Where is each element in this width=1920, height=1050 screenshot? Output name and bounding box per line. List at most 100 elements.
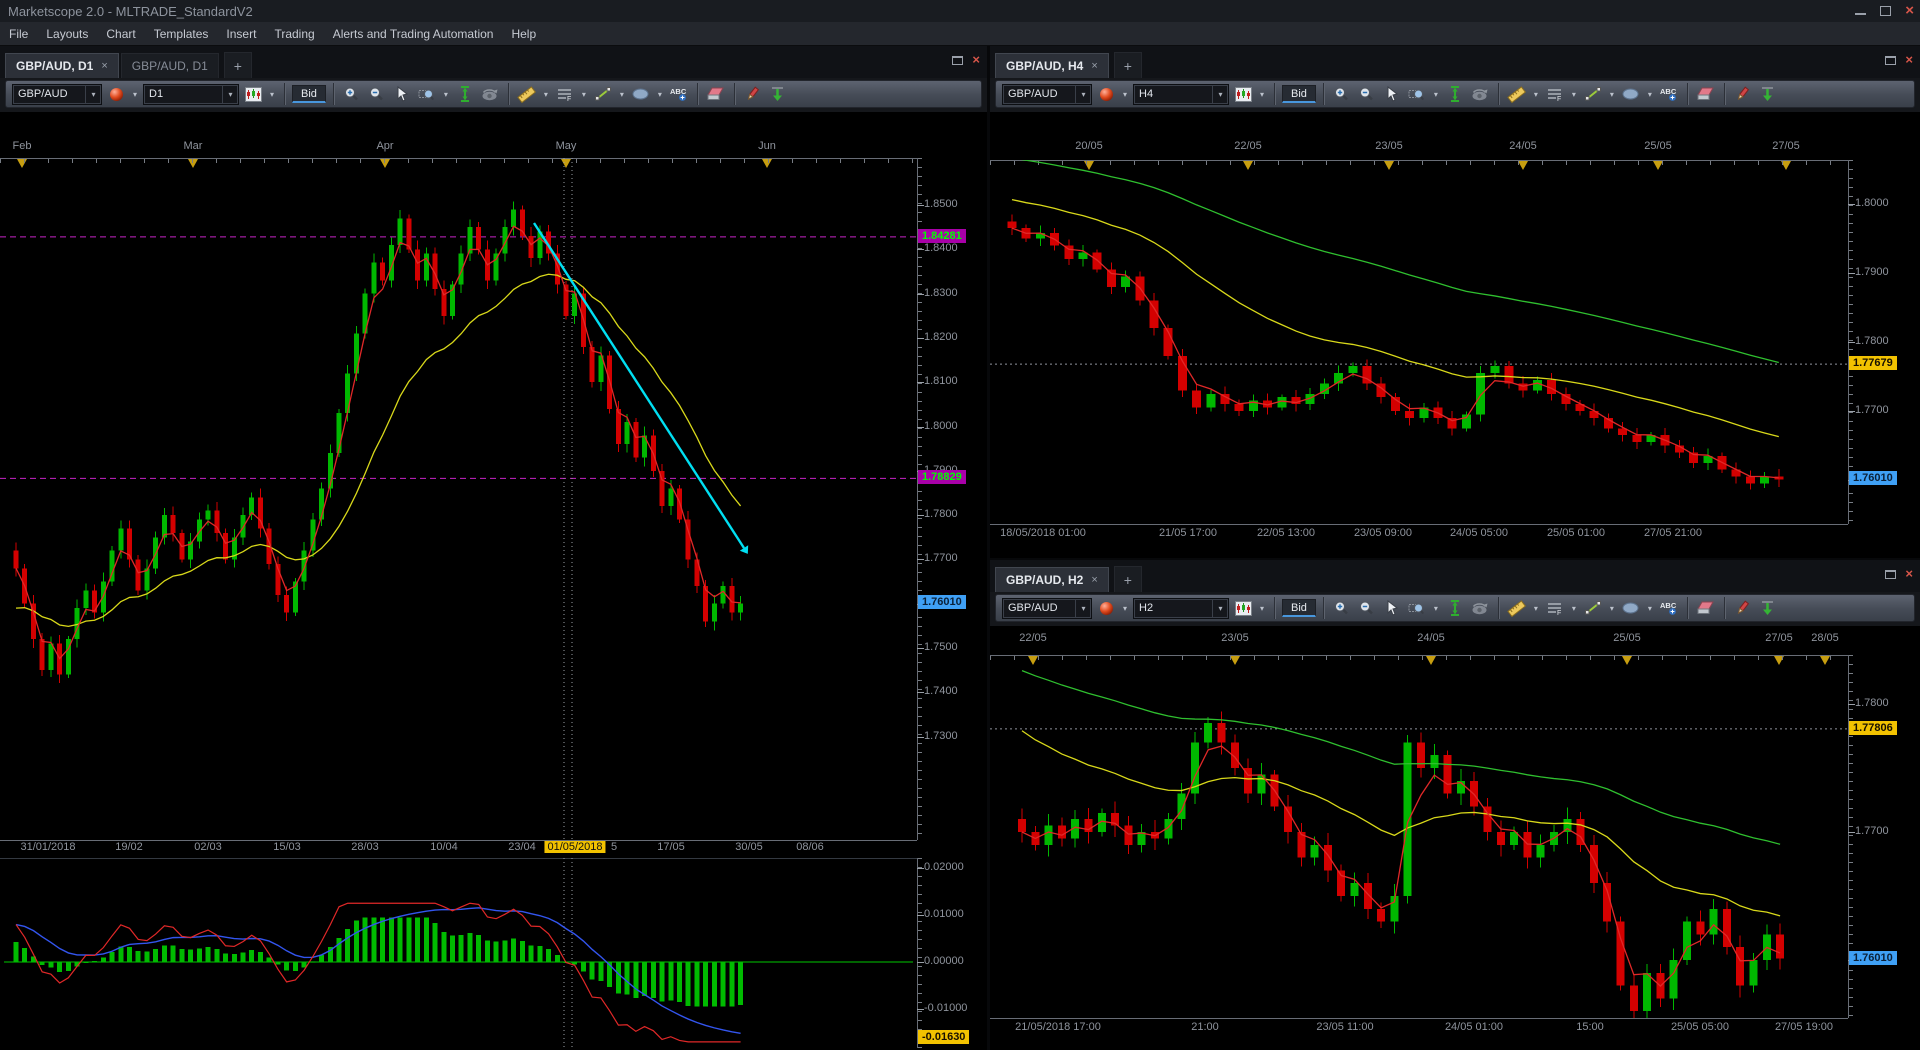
pointer-icon[interactable] — [1381, 83, 1403, 105]
vertical-scale-icon[interactable] — [454, 83, 476, 105]
close-icon[interactable]: × — [1905, 3, 1914, 18]
panel-maximize-icon[interactable] — [1885, 569, 1897, 579]
chevron-down-icon[interactable]: ▾ — [1257, 604, 1267, 613]
new-tab-button[interactable]: + — [223, 52, 252, 78]
ellipse-icon[interactable] — [1620, 83, 1642, 105]
macd-plot[interactable] — [0, 858, 917, 1048]
panel-close-icon[interactable]: × — [972, 53, 980, 66]
instrument-sphere-icon[interactable] — [105, 83, 127, 105]
zoom-range-icon[interactable] — [1406, 597, 1428, 619]
chevron-down-icon[interactable]: ▾ — [541, 90, 551, 99]
symbol-select[interactable]: GBP/AUD ▾ — [1002, 597, 1092, 619]
trendline-icon[interactable] — [1582, 83, 1604, 105]
chart-type-icon[interactable] — [1232, 597, 1254, 619]
chart-canvas-h2[interactable]: 22/05 23/05 24/05 25/05 27/05 28/05 21/05/2018… — [990, 626, 1920, 1050]
chevron-down-icon[interactable]: ▾ — [130, 90, 140, 99]
chevron-down-icon[interactable]: ▾ — [1569, 90, 1579, 99]
ruler-icon[interactable] — [1506, 597, 1528, 619]
trendline-icon[interactable] — [1582, 597, 1604, 619]
pointer-icon[interactable] — [1381, 597, 1403, 619]
text-label-icon[interactable]: ABC — [1658, 597, 1680, 619]
zoom-in-icon[interactable] — [341, 83, 363, 105]
chevron-down-icon[interactable]: ▾ — [1075, 598, 1091, 618]
price-plot-h4[interactable] — [990, 160, 1848, 524]
symbol-select[interactable]: GBP/AUD ▾ — [1002, 83, 1092, 105]
eraser-icon[interactable] — [1695, 83, 1717, 105]
new-tab-button[interactable]: + — [1113, 566, 1142, 592]
chart-type-icon[interactable] — [242, 83, 264, 105]
symbol-select[interactable]: GBP/AUD ▾ — [12, 83, 102, 105]
chevron-down-icon[interactable]: ▾ — [222, 84, 238, 104]
pointer-icon[interactable] — [391, 83, 413, 105]
chevron-down-icon[interactable]: ▾ — [1645, 90, 1655, 99]
chart-shift-icon[interactable] — [1757, 83, 1779, 105]
restore-icon[interactable] — [1880, 3, 1895, 16]
minimize-icon[interactable] — [1855, 13, 1867, 15]
chevron-down-icon[interactable]: ▾ — [267, 90, 277, 99]
tab-gbp-aud-h4-0[interactable]: GBP/AUD, H4 × — [995, 53, 1109, 78]
text-label-icon[interactable]: ABC — [1658, 83, 1680, 105]
chevron-down-icon[interactable]: ▾ — [1431, 90, 1441, 99]
chevron-down-icon[interactable]: ▾ — [1531, 90, 1541, 99]
chevron-down-icon[interactable]: ▾ — [1212, 84, 1228, 104]
zoom-out-icon[interactable] — [1356, 597, 1378, 619]
panel-close-icon[interactable]: × — [1905, 567, 1913, 580]
ellipse-icon[interactable] — [630, 83, 652, 105]
refresh-view-icon[interactable] — [479, 83, 501, 105]
chevron-down-icon[interactable]: ▾ — [1569, 604, 1579, 613]
chart-shift-icon[interactable] — [767, 83, 789, 105]
fibonacci-icon[interactable]: F — [1544, 597, 1566, 619]
vertical-scale-icon[interactable] — [1444, 83, 1466, 105]
tab-gbp-aud-h2-0[interactable]: GBP/AUD, H2 × — [995, 567, 1109, 592]
price-plot-d1[interactable] — [0, 158, 917, 840]
chevron-down-icon[interactable]: ▾ — [1607, 604, 1617, 613]
fibonacci-icon[interactable]: F — [554, 83, 576, 105]
chevron-down-icon[interactable]: ▾ — [1531, 604, 1541, 613]
ruler-icon[interactable] — [516, 83, 538, 105]
chevron-down-icon[interactable]: ▾ — [441, 90, 451, 99]
zoom-out-icon[interactable] — [1356, 83, 1378, 105]
new-tab-button[interactable]: + — [1113, 52, 1142, 78]
chevron-down-icon[interactable]: ▾ — [1120, 604, 1130, 613]
menu-item-insert[interactable]: Insert — [217, 27, 265, 41]
chevron-down-icon[interactable]: ▾ — [579, 90, 589, 99]
chevron-down-icon[interactable]: ▾ — [655, 90, 665, 99]
bid-button[interactable]: Bid — [292, 85, 326, 103]
marker-icon[interactable] — [742, 83, 764, 105]
ellipse-icon[interactable] — [1620, 597, 1642, 619]
chevron-down-icon[interactable]: ▾ — [85, 84, 101, 104]
bid-button[interactable]: Bid — [1282, 599, 1316, 617]
fibonacci-icon[interactable]: F — [1544, 83, 1566, 105]
chevron-down-icon[interactable]: ▾ — [1257, 90, 1267, 99]
menu-item-help[interactable]: Help — [502, 27, 545, 41]
eraser-icon[interactable] — [1695, 597, 1717, 619]
chart-canvas-d1[interactable]: Feb Mar Apr May Jun 31/01/2018 19/02 02/03 15/03… — [0, 112, 987, 1050]
tab-close-icon[interactable]: × — [1091, 60, 1097, 72]
chart-shift-icon[interactable] — [1757, 597, 1779, 619]
zoom-out-icon[interactable] — [366, 83, 388, 105]
period-select[interactable]: H2 ▾ — [1133, 597, 1229, 619]
period-select[interactable]: H4 ▾ — [1133, 83, 1229, 105]
tab-gbp-aud-d1-0[interactable]: GBP/AUD, D1 × — [5, 53, 119, 78]
eraser-icon[interactable] — [705, 83, 727, 105]
menu-item-trading[interactable]: Trading — [265, 27, 323, 41]
menu-item-templates[interactable]: Templates — [145, 27, 218, 41]
panel-close-icon[interactable]: × — [1905, 53, 1913, 66]
period-select[interactable]: D1 ▾ — [143, 83, 239, 105]
chevron-down-icon[interactable]: ▾ — [1212, 598, 1228, 618]
price-plot-h2[interactable] — [990, 655, 1848, 1018]
zoom-in-icon[interactable] — [1331, 83, 1353, 105]
zoom-range-icon[interactable] — [1406, 83, 1428, 105]
instrument-sphere-icon[interactable] — [1095, 597, 1117, 619]
menu-item-alerts-and-trading-automation[interactable]: Alerts and Trading Automation — [324, 27, 503, 41]
bid-button[interactable]: Bid — [1282, 85, 1316, 103]
marker-icon[interactable] — [1732, 83, 1754, 105]
text-label-icon[interactable]: ABC — [668, 83, 690, 105]
vertical-scale-icon[interactable] — [1444, 597, 1466, 619]
menu-item-layouts[interactable]: Layouts — [37, 27, 97, 41]
chevron-down-icon[interactable]: ▾ — [1075, 84, 1091, 104]
menu-item-file[interactable]: File — [0, 27, 37, 41]
panel-maximize-icon[interactable] — [1885, 55, 1897, 65]
chart-type-icon[interactable] — [1232, 83, 1254, 105]
refresh-view-icon[interactable] — [1469, 597, 1491, 619]
